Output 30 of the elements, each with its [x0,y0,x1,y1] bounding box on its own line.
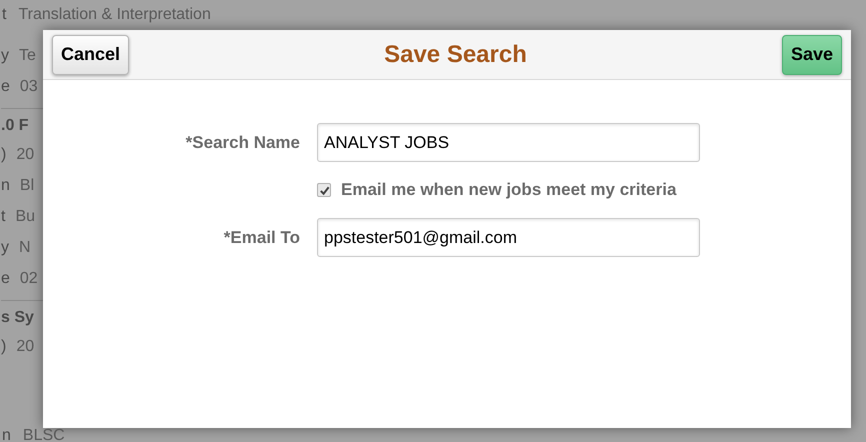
save-button[interactable]: Save [782,34,842,74]
field-label: y [1,238,9,258]
field-label: n [2,428,11,442]
field-label: e [1,76,10,96]
email-to-field[interactable]: ppstester501@gmail.com [317,218,700,257]
field-value: N [19,238,31,258]
field-label: t [2,7,6,23]
field-value: 02 [20,268,38,288]
field-value: 03 [20,76,38,96]
field-label: e [1,268,10,288]
dialog-title: Save Search [384,40,527,70]
field-label: *Email To [222,226,300,249]
field-label: ) [1,144,6,164]
field-label: ) [1,336,6,356]
field-label: *Search Name [184,132,300,154]
field-value: 20 [16,144,34,164]
section-heading: .0 F [1,116,29,136]
email-checkbox[interactable] [317,183,331,197]
field-label: n [1,176,10,196]
field-value: Te [19,46,36,66]
section-heading: s Sy [1,308,34,328]
checkbox-label: Email me when new jobs meet my criteria [341,179,676,202]
cancel-button[interactable]: Cancel [52,34,130,74]
field-value: Bl [20,176,34,196]
search-name-field[interactable]: ANALYST JOBS [317,123,700,162]
field-value: Bu [15,206,36,226]
field-label: t [1,206,6,226]
field-value: 20 [16,336,34,356]
field-label: y [1,46,9,66]
field-value: BLSC [22,428,65,442]
